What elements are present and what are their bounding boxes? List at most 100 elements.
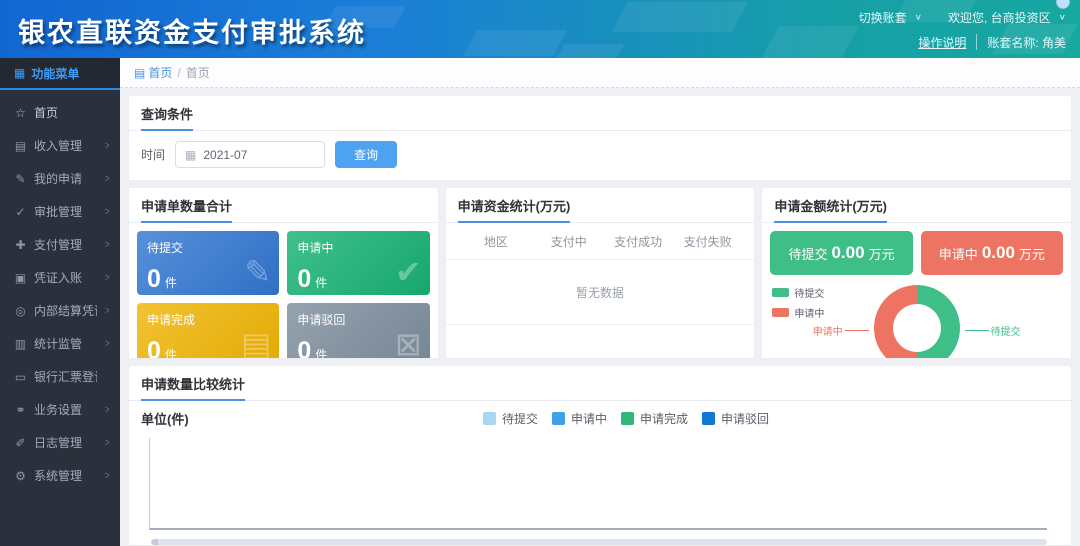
app-title: 银农直联资金支付审批系统 [18, 11, 366, 50]
sidebar-item[interactable]: ▭ 银行汇票登记 > [0, 360, 120, 393]
sidebar-item-label: 收入管理 [34, 137, 97, 154]
donut-legend: 待提交 申请中 [772, 285, 824, 320]
date-picker-input[interactable]: ▦ 2021-07 [175, 141, 325, 168]
donut-chart-zone: 待提交 申请中 申请中 [762, 283, 1071, 359]
link-icon: ⚭ [14, 403, 27, 417]
scrollbar-thumb[interactable] [151, 539, 1047, 545]
sidebar-item[interactable]: ✚ 支付管理 > [0, 228, 120, 261]
sidebar-item-label: 银行汇票登记 [34, 368, 97, 385]
briefcase-icon: ▣ [14, 271, 27, 285]
sidebar: ▦ 功能菜单 ☆ 首页 > ▤ 收入管理 > ✎ 我的申请 > ✓ [0, 58, 120, 546]
sidebar-item-label: 日志管理 [34, 434, 97, 451]
chevron-right-icon: > [105, 305, 110, 317]
time-label: 时间 [141, 146, 165, 163]
card-icon: ▭ [14, 370, 27, 384]
legend-swatch [621, 412, 634, 425]
chart-scrollbar[interactable] [151, 539, 1047, 545]
fund-table-header: 地区支付中支付成功支付失败 [446, 223, 755, 260]
legend-item[interactable]: 待提交 [483, 410, 538, 427]
doc-reject-icon: ⊠ [395, 325, 422, 359]
legend-swatch [483, 412, 496, 425]
callout-line [845, 330, 869, 331]
amount-box: 申请中 0.00 万元 [921, 231, 1063, 275]
stat-card[interactable]: 申请驳回 0件 ⊠ [287, 303, 429, 359]
chevron-down-icon[interactable]: ∨ [915, 13, 922, 22]
welcome-user-dropdown[interactable]: 欢迎您, 台商投资区 [948, 9, 1051, 26]
fund-column-header: 支付成功 [603, 233, 672, 250]
sidebar-item[interactable]: ✓ 审批管理 > [0, 195, 120, 228]
query-panel: 查询条件 时间 ▦ 2021-07 查询 [128, 95, 1072, 181]
calendar-icon: ▦ [185, 148, 196, 162]
amount-panel-title: 申请金额统计(万元) [762, 188, 1071, 223]
main-content: 查询条件 时间 ▦ 2021-07 查询 申请单数量合计 待提交 [120, 88, 1080, 546]
query-button[interactable]: 查询 [335, 141, 397, 168]
donut-chart[interactable] [874, 285, 960, 359]
doc-lines-icon: ▤ [241, 325, 271, 359]
sidebar-item-label: 凭证入账 [34, 269, 97, 286]
legend-item[interactable]: 待提交 [772, 285, 824, 300]
breadcrumb-separator: / [177, 66, 180, 80]
check-icon: ✓ [14, 205, 27, 219]
breadcrumb: ▤ 首页 / 首页 [120, 58, 1080, 88]
stat-card[interactable]: 申请完成 0件 ▤ [137, 303, 279, 359]
sidebar-item[interactable]: ▥ 统计监管 > [0, 327, 120, 360]
legend-item[interactable]: 申请中 [772, 305, 824, 320]
count-cards: 待提交 0件 ✎ 申请中 0件 ✔ [129, 223, 438, 359]
sidebar-item[interactable]: ▤ 收入管理 > [0, 129, 120, 162]
legend-swatch [552, 412, 565, 425]
legend-item[interactable]: 申请中 [552, 410, 607, 427]
sidebar-item-label: 系统管理 [34, 467, 97, 484]
donut-label-left: 申请中 [813, 323, 869, 338]
edit-icon: ✐ [14, 436, 27, 450]
menu-header-label: 功能菜单 [31, 65, 79, 82]
grid-menu-icon: ▦ [14, 66, 25, 80]
sidebar-item[interactable]: ◎ 内部结算凭证 > [0, 294, 120, 327]
amount-boxes: 待提交 0.00 万元 申请中 0.00 万元 [762, 223, 1071, 283]
count-panel: 申请单数量合计 待提交 0件 ✎ 申请中 0件 [128, 187, 439, 359]
legend-item[interactable]: 申请完成 [621, 410, 688, 427]
chevron-right-icon: > [105, 338, 110, 350]
bar-chart-icon: ▥ [14, 337, 27, 351]
sidebar-item[interactable]: ✎ 我的申请 > [0, 162, 120, 195]
app-header: 银农直联资金支付审批系统 切换账套 ∨ 欢迎您, 台商投资区 ∨ 操作说明 账套… [0, 0, 1080, 58]
chevron-right-icon: > [105, 470, 110, 482]
list-check-icon: ✔ [395, 253, 422, 291]
sidebar-item-label: 统计监管 [34, 335, 97, 352]
count-panel-title: 申请单数量合计 [129, 188, 438, 223]
sidebar-item[interactable]: ☆ 首页 > [0, 96, 120, 129]
sidebar-item-label: 业务设置 [34, 401, 97, 418]
sidebar-item[interactable]: ✐ 日志管理 > [0, 426, 120, 459]
compare-chart-area [149, 438, 1047, 530]
sidebar-item[interactable]: ⚙ 系统管理 > [0, 459, 120, 492]
breadcrumb-home[interactable]: ▤ 首页 [134, 64, 172, 81]
pencil-icon: ✎ [14, 172, 27, 186]
chevron-right-icon: > [105, 173, 110, 185]
cross-icon: ✚ [14, 238, 27, 252]
stat-card[interactable]: 申请中 0件 ✔ [287, 231, 429, 295]
legend-swatch [772, 308, 789, 317]
fund-column-header: 支付失败 [673, 233, 742, 250]
donut-label-right: 待提交 [965, 323, 1021, 338]
chevron-down-icon[interactable]: ∨ [1059, 13, 1066, 22]
settings-icon: ⚙ [14, 469, 27, 483]
star-icon: ☆ [14, 106, 27, 120]
operation-guide-link[interactable]: 操作说明 [918, 34, 966, 51]
page-icon: ▤ [134, 66, 145, 80]
account-name-label: 账套名称: 角美 [987, 34, 1066, 51]
breadcrumb-current: 首页 [186, 64, 210, 81]
legend-swatch [702, 412, 715, 425]
callout-line [965, 330, 989, 331]
compare-panel: 申请数量比较统计 单位(件) 待提交 申请中 [128, 365, 1072, 546]
chevron-right-icon: > [105, 206, 110, 218]
sidebar-item-label: 内部结算凭证 [34, 302, 97, 319]
amount-box: 待提交 0.00 万元 [770, 231, 912, 275]
legend-item[interactable]: 申请驳回 [702, 410, 769, 427]
sidebar-item[interactable]: ▣ 凭证入账 > [0, 261, 120, 294]
fund-panel-title: 申请资金统计(万元) [446, 188, 755, 223]
switch-account-dropdown[interactable]: 切换账套 [859, 9, 907, 26]
stat-card[interactable]: 待提交 0件 ✎ [137, 231, 279, 295]
sidebar-item-label: 我的申请 [34, 170, 97, 187]
sidebar-menu: ☆ 首页 > ▤ 收入管理 > ✎ 我的申请 > ✓ 审批管理 > [0, 90, 120, 492]
query-panel-title: 查询条件 [129, 96, 1071, 131]
sidebar-item[interactable]: ⚭ 业务设置 > [0, 393, 120, 426]
